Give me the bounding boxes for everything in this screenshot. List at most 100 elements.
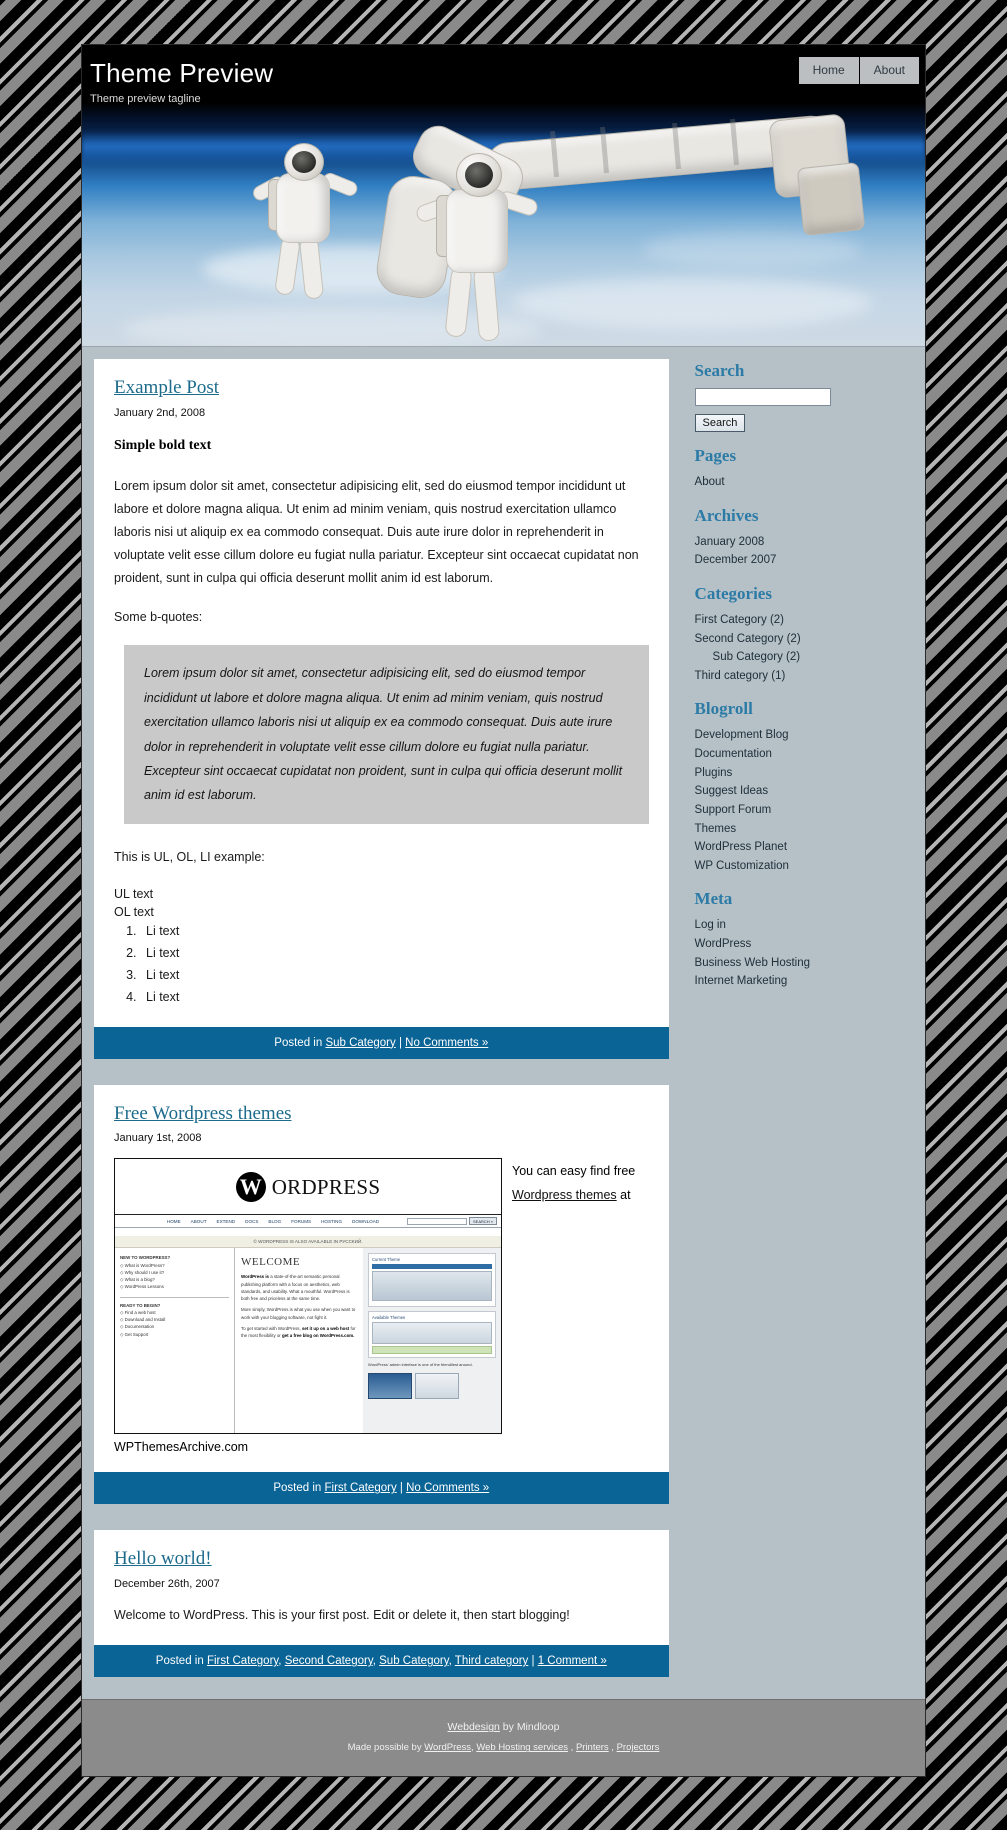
blogroll-link[interactable]: Plugins [695, 767, 733, 779]
footer-line-1: Webdesign by Mindloop [92, 1716, 915, 1738]
meta-link[interactable]: WordPress [695, 938, 752, 950]
footer-projectors-link[interactable]: Projectors [617, 1742, 660, 1753]
blogroll-link[interactable]: Development Blog [695, 729, 789, 741]
wp-right-caption: WordPress' admin interface is one of the… [368, 1362, 473, 1368]
wp-p3-lead: To get started with WordPress, [241, 1325, 302, 1331]
site-tagline: Theme preview tagline [90, 92, 201, 105]
list-item[interactable]: Support Forum [695, 801, 911, 820]
site-title: Theme Preview [90, 58, 274, 88]
sidebar-archives-widget: Archives January 2008 December 2007 [695, 506, 911, 570]
sidebar-categories-widget: Categories First Category (2) Second Cat… [695, 584, 911, 686]
meta-separator: | [531, 1655, 535, 1668]
wp-available-themes-box: Available Themes [368, 1311, 496, 1359]
archive-link[interactable]: December 2007 [695, 554, 777, 566]
meta-list: Log in WordPress Business Web Hosting In… [695, 916, 911, 991]
astronaut-torso [276, 173, 330, 243]
blogroll-link[interactable]: Themes [695, 823, 737, 835]
category-link[interactable]: First Category (2) [695, 614, 784, 626]
meta-link[interactable]: Business Web Hosting [695, 957, 810, 969]
meta-comments-link[interactable]: No Comments » [405, 1037, 488, 1049]
footer-webdesign-link[interactable]: Webdesign [448, 1721, 500, 1733]
meta-link[interactable]: Log in [695, 919, 726, 931]
category-link[interactable]: Second Category (2) [695, 633, 801, 645]
list-item[interactable]: WordPress Planet [695, 838, 911, 857]
sidebar-blogroll-widget: Blogroll Development Blog Documentation … [695, 699, 911, 875]
search-button[interactable]: Search [694, 414, 746, 432]
list-item[interactable]: Themes [695, 820, 911, 839]
list-item[interactable]: Suggest Ideas [695, 782, 911, 801]
list-item[interactable]: January 2008 [695, 533, 911, 552]
page-link[interactable]: About [695, 476, 725, 488]
search-input[interactable] [694, 388, 831, 406]
list-item: Li text [140, 921, 649, 943]
meta-comments-link[interactable]: 1 Comment » [538, 1655, 607, 1667]
list-item[interactable]: Documentation [695, 745, 911, 764]
blogroll-link[interactable]: WP Customization [695, 860, 789, 872]
wp-ad-banner [415, 1372, 459, 1399]
post-title-link[interactable]: Free Wordpress themes [114, 1103, 292, 1124]
astronaut [250, 137, 380, 317]
site-header: Theme Preview Theme preview tagline Home… [82, 45, 925, 347]
list-item[interactable]: First Category (2) [695, 611, 911, 630]
footer-hosting-link[interactable]: Web Hosting services [476, 1742, 568, 1753]
wp-left-link: ◇ Why should I use it? [120, 1269, 165, 1275]
meta-link[interactable]: Internet Marketing [695, 975, 788, 987]
post-title-link[interactable]: Hello world! [114, 1548, 212, 1569]
footer-made-possible-label: Made possible by [347, 1742, 425, 1754]
meta-category-link[interactable]: Sub Category [379, 1655, 448, 1667]
caption-link[interactable]: Wordpress themes [512, 1188, 617, 1202]
blogroll-link[interactable]: Suggest Ideas [695, 785, 769, 797]
wp-left-link: ◇ Download and Install [120, 1317, 166, 1323]
sidebar-meta-widget: Meta Log in WordPress Business Web Hosti… [695, 889, 911, 991]
meta-category-link[interactable]: First Category [207, 1655, 278, 1667]
astronaut-leg [472, 266, 501, 342]
post-article: Example Post January 2nd, 2008 Simple bo… [94, 359, 669, 1059]
list-item-sub[interactable]: Sub Category (2) [695, 648, 911, 667]
meta-comments-link[interactable]: No Comments » [406, 1482, 489, 1494]
meta-category-link[interactable]: First Category [324, 1482, 396, 1494]
blockquote-intro: Some b-quotes: [114, 610, 203, 625]
astronaut-leg [298, 236, 325, 300]
sidebar-pages-widget: Pages About [695, 446, 911, 492]
nav-item-home[interactable]: Home [798, 57, 859, 84]
wp-shot-main: NEW TO WORDPRESS? ◇ What is WordPress? ◇… [115, 1248, 501, 1434]
comma: , [278, 1655, 282, 1668]
wp-left-link: ◇ WordPress Lessons [120, 1284, 164, 1290]
site-footer: Webdesign by Mindloop Made possible by W… [82, 1699, 925, 1777]
list-item[interactable]: Third category (1) [695, 667, 911, 686]
category-link[interactable]: Sub Category (2) [713, 651, 801, 663]
nav-item-about[interactable]: About [859, 57, 919, 84]
list-item[interactable]: Development Blog [695, 726, 911, 745]
meta-category-link[interactable]: Third category [455, 1655, 529, 1667]
meta-category-link[interactable]: Sub Category [325, 1037, 395, 1049]
list-item[interactable]: December 2007 [695, 551, 911, 570]
list-item[interactable]: Second Category (2) [695, 630, 911, 649]
comma: , [448, 1655, 452, 1668]
sidebar-heading-meta: Meta [694, 889, 733, 909]
list-item[interactable]: WP Customization [695, 857, 911, 876]
footer-wordpress-link[interactable]: WordPress [424, 1742, 471, 1753]
list-item[interactable]: Log in [695, 916, 911, 935]
footer-printers-link[interactable]: Printers [576, 1742, 609, 1753]
post-meta-bar: Posted in First Category | No Comments » [94, 1472, 669, 1505]
list-item[interactable]: WordPress [695, 935, 911, 954]
meta-category-link[interactable]: Second Category [285, 1655, 373, 1667]
archive-link[interactable]: January 2008 [695, 536, 765, 548]
sidebar-heading-blogroll: Blogroll [694, 699, 753, 719]
list-item[interactable]: About [695, 473, 911, 492]
blogroll-link[interactable]: Support Forum [695, 804, 772, 816]
list-item[interactable]: Internet Marketing [695, 972, 911, 991]
ul-text: UL text [114, 886, 154, 901]
blogroll-link[interactable]: Documentation [695, 748, 772, 760]
wp-p3-bold: set it up on a web host [301, 1325, 350, 1331]
post-title-link[interactable]: Example Post [114, 377, 219, 398]
caption-before: You can easy find free [512, 1164, 636, 1179]
posted-in-label: Posted in [274, 1036, 323, 1049]
list-item[interactable]: Plugins [695, 764, 911, 783]
blogroll-link[interactable]: WordPress Planet [695, 841, 787, 853]
category-link[interactable]: Third category (1) [695, 670, 786, 682]
wp-shot-middle-column: WELCOME WordPress is a state-of-the-art … [235, 1248, 363, 1433]
body-columns: Example Post January 2nd, 2008 Simple bo… [82, 347, 925, 1700]
list-item[interactable]: Business Web Hosting [695, 954, 911, 973]
caption-after: at [616, 1188, 631, 1203]
